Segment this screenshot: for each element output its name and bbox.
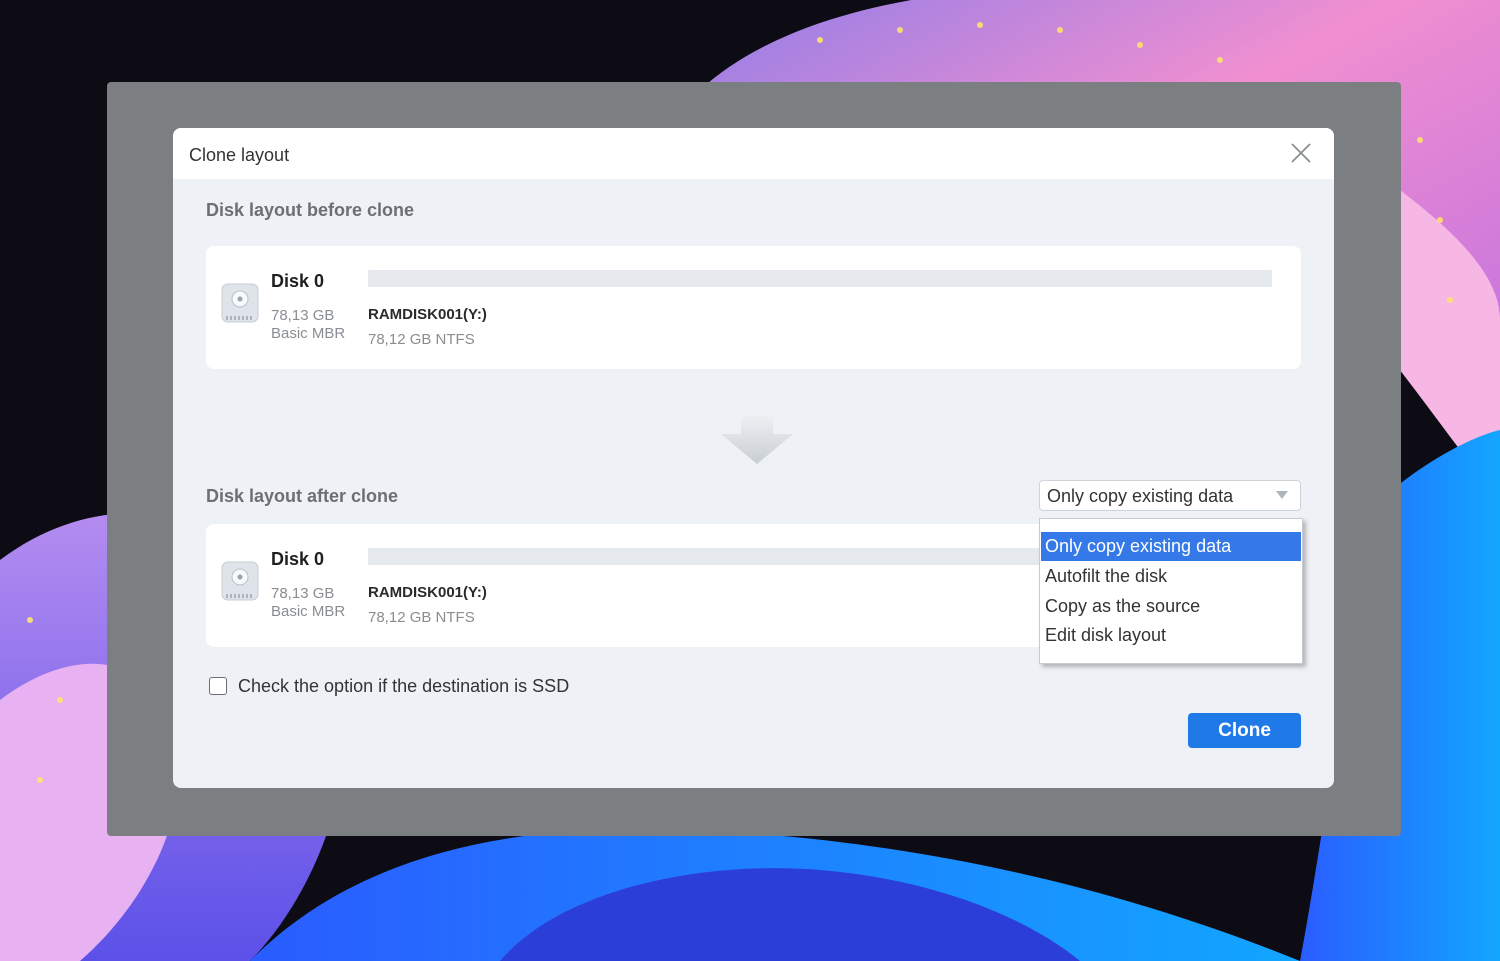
close-button[interactable] — [1288, 140, 1314, 166]
hard-disk-icon — [221, 561, 259, 601]
dialog-title: Clone layout — [189, 145, 290, 165]
after-section-label: Disk layout after clone — [206, 486, 399, 506]
disk-name: Disk 0 — [271, 271, 325, 291]
before-disk-card: Disk 0 78,13 GB Basic MBR RAMDISK001(Y:)… — [206, 246, 1301, 369]
partition-name: RAMDISK001(Y:) — [368, 306, 487, 323]
dialog-titlebar: Clone layout — [173, 128, 1334, 179]
clone-layout-dialog: Clone layout Disk layout before clone Di… — [173, 128, 1334, 788]
arrow-down-icon — [721, 412, 793, 464]
menu-item-autofit-the-disk[interactable]: Autofilt the disk — [1041, 562, 1301, 591]
clone-button[interactable]: Clone — [1188, 713, 1301, 748]
clone-mode-value: Only copy existing data — [1047, 486, 1234, 506]
menu-item-only-copy-existing-data[interactable]: Only copy existing data — [1041, 532, 1301, 561]
menu-item-copy-as-the-source[interactable]: Copy as the source — [1041, 592, 1301, 621]
menu-item-edit-disk-layout[interactable]: Edit disk layout — [1041, 621, 1301, 650]
caret-down-icon — [1276, 491, 1288, 499]
partition-bar — [368, 270, 1272, 287]
before-section-label: Disk layout before clone — [206, 200, 415, 220]
clone-mode-dropdown: Only copy existing data Autofilt the dis… — [1039, 518, 1303, 664]
ssd-checkbox-label[interactable]: Check the option if the destination is S… — [238, 676, 569, 697]
disk-size: 78,13 GB — [271, 585, 335, 602]
partition-info: 78,12 GB NTFS — [368, 331, 475, 348]
disk-size: 78,13 GB — [271, 307, 335, 324]
hard-disk-icon — [221, 283, 259, 323]
partition-name: RAMDISK001(Y:) — [368, 584, 487, 601]
disk-type: Basic MBR — [271, 325, 346, 342]
clone-mode-select[interactable]: Only copy existing data — [1039, 480, 1301, 511]
disk-name: Disk 0 — [271, 549, 325, 569]
ssd-checkbox[interactable] — [209, 677, 227, 695]
disk-type: Basic MBR — [271, 603, 346, 620]
close-icon — [1291, 143, 1311, 163]
partition-info: 78,12 GB NTFS — [368, 609, 475, 626]
